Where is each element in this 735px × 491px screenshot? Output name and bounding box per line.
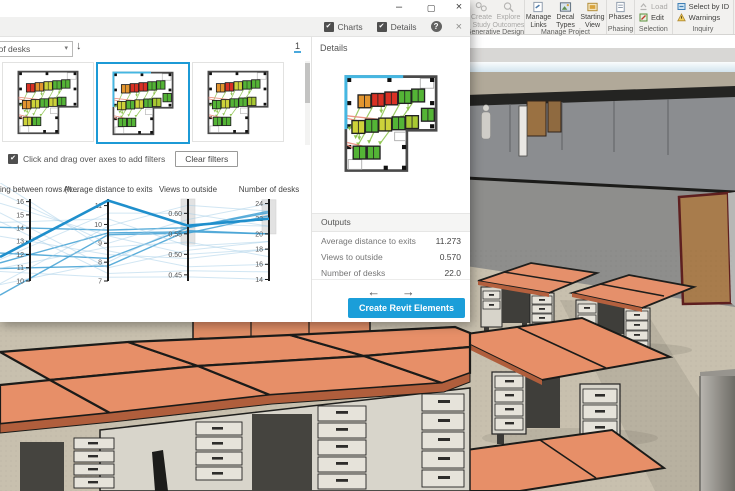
details-pane: Details Outputs Average distance to exit… [312, 37, 470, 322]
ribbon-group-selection: Load Edit Selection [635, 0, 673, 34]
generative-design-dialog: – ▢ × ✔ Charts ✔ Details ? × Number of d… [0, 0, 470, 322]
details-pane-title: Details [312, 37, 470, 57]
svg-text:10: 10 [94, 222, 102, 229]
svg-text:15: 15 [16, 212, 24, 219]
starting-view-button[interactable]: Starting View [579, 1, 606, 29]
ribbon-panel-label: Inquiry [673, 26, 733, 34]
outcome-thumbnails [0, 61, 311, 145]
svg-text:16: 16 [16, 199, 24, 206]
svg-text:Views to outside: Views to outside [159, 185, 218, 194]
details-checkbox[interactable]: ✔ [377, 22, 387, 32]
load-button[interactable]: Load [639, 1, 668, 12]
select-by-id-button[interactable]: Select by ID [677, 1, 729, 12]
svg-text:0.55: 0.55 [168, 231, 182, 238]
window-close-icon[interactable]: × [452, 1, 466, 13]
ribbon-group-manage-project: Manage Links Decal Types Starting View M… [525, 0, 607, 34]
svg-text:0.50: 0.50 [168, 252, 182, 259]
create-study-icon [475, 1, 488, 13]
outcome-thumbnail-1[interactable] [2, 62, 94, 142]
ribbon-panel-label: Selection [635, 26, 672, 34]
dialog-close-icon[interactable]: × [456, 21, 462, 33]
create-study-button[interactable]: Create Study [468, 1, 495, 29]
warnings-icon [677, 13, 686, 22]
svg-text:10: 10 [16, 278, 24, 285]
ribbon-group-phasing: Phases Phasing [607, 0, 635, 34]
svg-text:9: 9 [98, 241, 102, 248]
sort-dropdown[interactable]: Number of desks ▾ [0, 41, 73, 57]
load-icon [639, 2, 648, 11]
edit-icon [639, 13, 648, 22]
next-outcome-arrow[interactable]: → [402, 284, 415, 299]
details-checkbox-label: Details [391, 22, 417, 32]
svg-text:0.45: 0.45 [168, 272, 182, 279]
ribbon-panel-label: Manage Project [525, 29, 606, 37]
ribbon-group-generative-design: Create Study Explore Outcomes Generative… [466, 0, 525, 34]
manage-links-button[interactable]: Manage Links [525, 1, 552, 29]
charts-checkbox-label: Charts [338, 22, 363, 32]
svg-text:18: 18 [255, 247, 263, 254]
ribbon-panel-label: Generative Design [466, 29, 524, 37]
ribbon-panel-label: Phasing [607, 26, 634, 34]
outcome-thumbnail-3[interactable] [192, 62, 284, 142]
explore-outcomes-icon [502, 1, 515, 13]
chevron-down-icon: ▾ [64, 42, 68, 56]
outcome-thumbnail-2-selected[interactable] [96, 62, 190, 144]
explore-outcomes-button[interactable]: Explore Outcomes [495, 1, 522, 29]
minimize-icon[interactable]: – [392, 1, 406, 13]
svg-text:Average distance to exits: Average distance to exits [63, 185, 152, 194]
maximize-icon[interactable]: ▢ [424, 3, 438, 14]
svg-text:20: 20 [255, 231, 263, 238]
dialog-toolbar: ✔ Charts ✔ Details ? × [0, 17, 470, 37]
svg-text:24: 24 [255, 201, 263, 208]
outputs-header: Outputs [312, 213, 470, 232]
clear-filters-button[interactable]: Clear filters [175, 151, 238, 167]
door-back-left [527, 101, 546, 136]
svg-text:8: 8 [98, 260, 102, 267]
starting-view-icon [586, 1, 599, 13]
decal-types-icon [559, 1, 572, 13]
previous-outcome-arrow[interactable]: ← [367, 284, 380, 299]
svg-text:Number of desks: Number of desks [239, 185, 299, 194]
selected-outcome-plan-preview [330, 59, 452, 187]
filter-checkbox-label: Click and drag over axes to add filters [23, 154, 165, 164]
ribbon-group-inquiry: Select by ID Warnings Inquiry [673, 0, 734, 34]
page-number[interactable]: 1 [294, 41, 301, 53]
parallel-coordinates-chart[interactable]: 16151413121110Spacing between rows (ft..… [0, 183, 312, 309]
decal-types-button[interactable]: Decal Types [552, 1, 579, 29]
svg-text:14: 14 [16, 225, 24, 232]
charts-pane: Number of desks ▾ ↓ 1 ✔ Click and drag o… [0, 37, 312, 322]
sort-dropdown-value: Number of desks [0, 44, 30, 54]
manage-links-icon [532, 1, 545, 13]
svg-text:14: 14 [255, 277, 263, 284]
phases-button[interactable]: Phases [607, 1, 634, 22]
warnings-button[interactable]: Warnings [677, 12, 729, 23]
phases-icon [614, 1, 627, 13]
door-back-right [548, 101, 561, 132]
sort-direction-icon[interactable]: ↓ [76, 40, 82, 52]
svg-text:7: 7 [98, 278, 102, 285]
charts-checkbox[interactable]: ✔ [324, 22, 334, 32]
svg-text:0.60: 0.60 [168, 211, 182, 218]
help-icon[interactable]: ? [431, 21, 442, 32]
dialog-titlebar[interactable]: – ▢ × [0, 0, 470, 17]
create-revit-elements-button[interactable]: Create Revit Elements [348, 298, 465, 318]
edit-button[interactable]: Edit [639, 12, 668, 23]
output-row: Average distance to exits 11.273 [312, 233, 470, 249]
column-3d [700, 369, 735, 491]
svg-text:16: 16 [255, 262, 263, 269]
select-by-id-icon [677, 2, 686, 11]
svg-text:11: 11 [17, 265, 24, 272]
filter-checkbox[interactable]: ✔ [8, 154, 18, 164]
svg-text:12: 12 [16, 252, 24, 259]
thumbnails-scrollbar[interactable] [305, 61, 310, 145]
output-row: Views to outside 0.570 [312, 249, 470, 265]
